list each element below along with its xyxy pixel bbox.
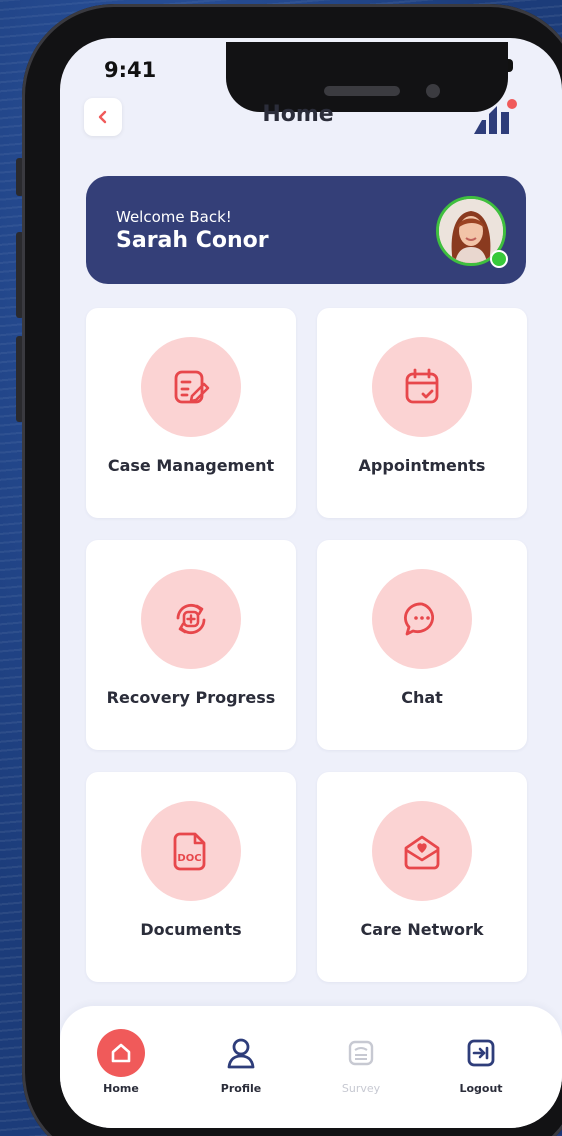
app-logo-icon bbox=[474, 99, 517, 134]
nav-label: Survey bbox=[341, 1082, 381, 1095]
front-camera bbox=[426, 84, 440, 98]
user-name: Sarah Conor bbox=[116, 228, 269, 253]
page-title: Home bbox=[262, 102, 334, 127]
menu-card-label: Care Network bbox=[360, 920, 484, 939]
menu-card-label: Documents bbox=[140, 920, 242, 939]
nav-survey[interactable]: Survey bbox=[316, 1028, 406, 1108]
home-icon bbox=[97, 1029, 145, 1077]
menu-card-appointments[interactable]: Appointments bbox=[317, 308, 527, 518]
chat-bubble-icon bbox=[404, 602, 435, 636]
speaker bbox=[324, 86, 400, 96]
welcome-greeting: Welcome Back! bbox=[116, 208, 232, 226]
doc-file-icon: DOC bbox=[173, 832, 206, 871]
menu-card-label: Case Management bbox=[107, 456, 275, 475]
svg-text:DOC: DOC bbox=[177, 853, 201, 864]
nav-logout[interactable]: Logout bbox=[436, 1028, 526, 1108]
bottom-navigation: Home Profile Survey Logout bbox=[60, 1006, 562, 1128]
menu-card-label: Appointments bbox=[358, 456, 486, 475]
online-status-dot bbox=[490, 250, 508, 268]
menu-card-chat[interactable]: Chat bbox=[317, 540, 527, 750]
calendar-check-icon bbox=[405, 368, 439, 404]
edit-note-icon bbox=[174, 370, 210, 404]
nav-home[interactable]: Home bbox=[76, 1028, 166, 1108]
status-time: 9:41 bbox=[104, 58, 157, 82]
user-icon bbox=[216, 1028, 266, 1078]
survey-icon bbox=[336, 1028, 386, 1078]
menu-card-case-management[interactable]: Case Management bbox=[86, 308, 296, 518]
icon-circle bbox=[141, 337, 241, 437]
heart-mail-icon bbox=[404, 835, 440, 870]
recovery-cycle-icon bbox=[176, 603, 206, 635]
nav-label: Home bbox=[103, 1082, 139, 1095]
nav-label: Profile bbox=[220, 1082, 262, 1095]
nav-label: Logout bbox=[459, 1082, 503, 1095]
menu-card-label: Recovery Progress bbox=[106, 688, 276, 707]
icon-circle bbox=[372, 569, 472, 669]
app-screen: 9:41 Home Welcome Back! Sarah Conor Case… bbox=[60, 38, 562, 1128]
logout-icon bbox=[456, 1028, 506, 1078]
welcome-banner: Welcome Back! Sarah Conor bbox=[86, 176, 526, 284]
menu-card-recovery-progress[interactable]: Recovery Progress bbox=[86, 540, 296, 750]
menu-card-care-network[interactable]: Care Network bbox=[317, 772, 527, 982]
icon-circle: DOC bbox=[141, 801, 241, 901]
nav-home-icon-wrap bbox=[96, 1028, 146, 1078]
nav-profile[interactable]: Profile bbox=[196, 1028, 286, 1108]
menu-card-label: Chat bbox=[401, 688, 443, 707]
icon-circle bbox=[372, 337, 472, 437]
menu-card-documents[interactable]: DOC Documents bbox=[86, 772, 296, 982]
icon-circle bbox=[141, 569, 241, 669]
icon-circle bbox=[372, 801, 472, 901]
